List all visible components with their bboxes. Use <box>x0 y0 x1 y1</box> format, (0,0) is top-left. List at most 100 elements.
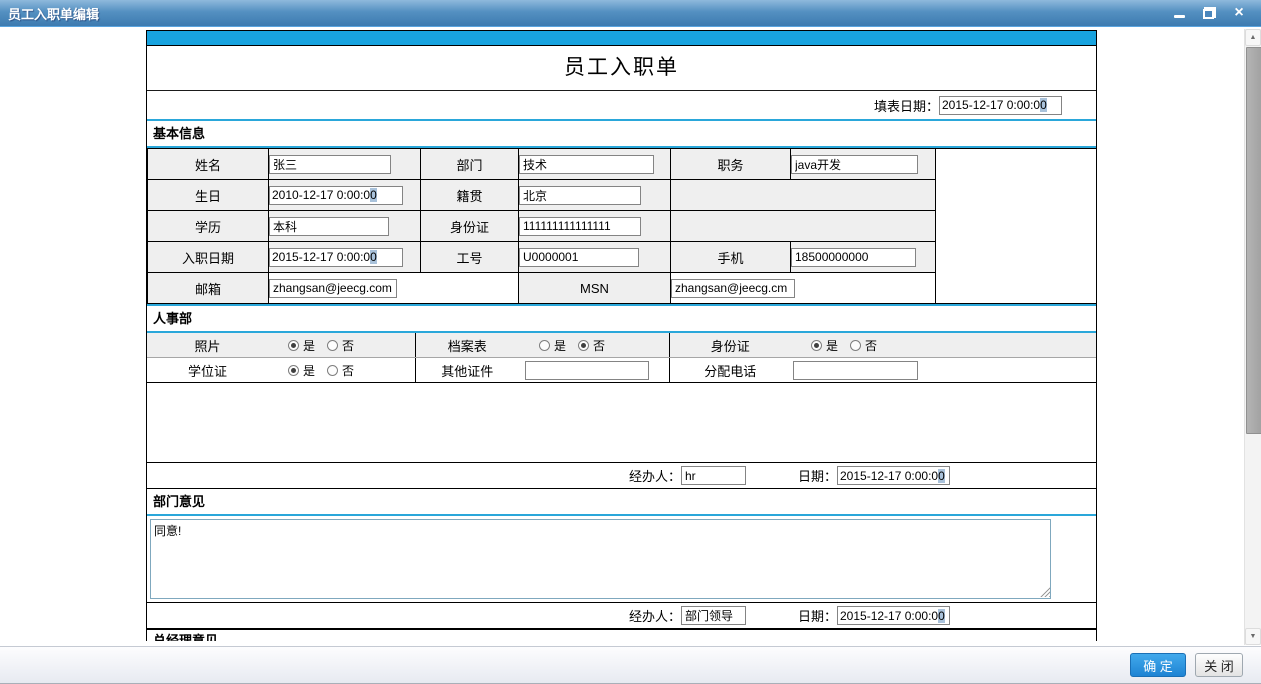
email-input[interactable] <box>269 279 397 298</box>
form-title: 员工入职单 <box>147 45 1096 90</box>
hr-notes-area <box>147 382 1096 462</box>
dept-handler-input[interactable] <box>681 606 746 625</box>
section-gm-opinion: 总经理意见 <box>147 629 1096 641</box>
fill-date-label: 填表日期： <box>874 96 939 115</box>
phone-assign-input[interactable] <box>793 361 918 380</box>
hr-check-table: 照片 是否 档案表 是否 身份证 是否 学位证 是否 其他证件 分配电话 <box>147 333 1096 382</box>
scroll-up-button[interactable]: ▲ <box>1245 29 1261 46</box>
idcard-radio-group: 是否 <box>791 337 1096 354</box>
window-title: 员工入职单编辑 <box>0 4 99 23</box>
hiredate-input[interactable]: 2015-12-17 0:00:00 <box>269 248 403 267</box>
idcard-label: 身份证 <box>421 211 519 242</box>
mobile-label: 手机 <box>671 242 791 273</box>
restore-button[interactable] <box>1201 5 1217 21</box>
table-row: 学位证 是否 其他证件 分配电话 <box>147 358 1096 383</box>
mobile-input[interactable] <box>791 248 916 267</box>
section-basic-info: 基本信息 <box>147 121 1096 148</box>
position-input[interactable] <box>791 155 918 174</box>
hr-idcard-label: 身份证 <box>669 333 791 358</box>
degree-radio-group: 是否 <box>268 362 415 379</box>
degree-yes-radio[interactable] <box>288 365 299 376</box>
degree-no-radio[interactable] <box>327 365 338 376</box>
position-label: 职务 <box>671 149 791 180</box>
empty-cell <box>671 180 936 211</box>
table-row: 照片 是否 档案表 是否 身份证 是否 <box>147 333 1096 358</box>
name-label: 姓名 <box>148 149 269 180</box>
fill-date-input[interactable]: 2015-12-17 0:00:00 <box>939 96 1062 115</box>
section-dept-opinion: 部门意见 <box>147 489 1096 516</box>
dept-opinion-row: 同意! <box>147 516 1096 602</box>
email-label: 邮箱 <box>148 273 269 304</box>
minimize-button[interactable] <box>1171 5 1187 21</box>
photo-label: 照片 <box>147 333 268 358</box>
close-icon: × <box>1234 6 1243 20</box>
education-label: 学历 <box>148 211 269 242</box>
dialog-content: 员工入职单 填表日期： 2015-12-17 0:00:00 基本信息 姓名 部… <box>0 27 1261 645</box>
dept-input[interactable] <box>519 155 654 174</box>
archive-no-radio[interactable] <box>578 340 589 351</box>
scroll-down-icon: ▼ <box>1250 633 1257 640</box>
fill-date-row: 填表日期： 2015-12-17 0:00:00 <box>147 90 1096 121</box>
window-controls: × <box>1171 5 1261 21</box>
phone-assign-label: 分配电话 <box>669 358 791 383</box>
form-top-bar <box>147 31 1096 45</box>
restore-icon <box>1203 7 1216 19</box>
othercert-label: 其他证件 <box>415 358 519 383</box>
dept-opinion-textarea[interactable]: 同意! <box>150 519 1051 599</box>
empno-input[interactable] <box>519 248 639 267</box>
msn-label: MSN <box>519 273 671 304</box>
scroll-up-icon: ▲ <box>1250 34 1257 41</box>
date-selection: 0 <box>370 188 377 202</box>
dept-handler-label: 经办人： <box>629 606 681 625</box>
empno-label: 工号 <box>421 242 519 273</box>
idcard-input[interactable] <box>519 217 641 236</box>
entry-form: 员工入职单 填表日期： 2015-12-17 0:00:00 基本信息 姓名 部… <box>146 30 1097 641</box>
idcard-yes-radio[interactable] <box>811 340 822 351</box>
table-row: 姓名 部门 职务 <box>148 149 1097 180</box>
minimize-icon <box>1174 15 1185 18</box>
dept-label: 部门 <box>421 149 519 180</box>
hr-handler-row: 经办人： 日期： 2015-12-17 0:00:00 <box>147 462 1096 489</box>
othercert-input[interactable] <box>525 361 649 380</box>
window-titlebar: 员工入职单编辑 × <box>0 0 1261 27</box>
basic-empty-cell <box>936 149 1097 304</box>
date-selection: 0 <box>370 250 377 264</box>
hr-date-input[interactable]: 2015-12-17 0:00:00 <box>837 466 950 485</box>
education-input[interactable] <box>269 217 389 236</box>
hr-handler-input[interactable] <box>681 466 746 485</box>
archive-radio-group: 是否 <box>519 337 669 354</box>
hr-handler-label: 经办人： <box>629 466 681 485</box>
ok-button[interactable]: 确 定 <box>1130 653 1186 677</box>
archive-label: 档案表 <box>415 333 519 358</box>
date-selection: 0 <box>1040 98 1047 112</box>
vertical-scrollbar[interactable]: ▲ ▼ <box>1244 29 1261 645</box>
date-selection: 0 <box>938 469 945 483</box>
employee-entry-edit-window: 员工入职单编辑 × 员工入职单 填表日期： 2015-12-17 0:00:00… <box>0 0 1261 684</box>
empty-cell <box>671 211 936 242</box>
msn-input[interactable] <box>671 279 795 298</box>
hr-date-label: 日期： <box>798 466 837 485</box>
photo-no-radio[interactable] <box>327 340 338 351</box>
dept-handler-row: 经办人： 日期： 2015-12-17 0:00:00 <box>147 602 1096 629</box>
scrollbar-thumb[interactable] <box>1246 47 1261 434</box>
archive-yes-radio[interactable] <box>539 340 550 351</box>
close-button[interactable]: × <box>1231 5 1247 21</box>
scroll-down-button[interactable]: ▼ <box>1245 628 1261 645</box>
birthday-label: 生日 <box>148 180 269 211</box>
dialog-footer: 确 定 关 闭 <box>0 646 1261 684</box>
photo-yes-radio[interactable] <box>288 340 299 351</box>
dept-date-label: 日期： <box>798 606 837 625</box>
hometown-label: 籍贯 <box>421 180 519 211</box>
birthday-input[interactable]: 2010-12-17 0:00:00 <box>269 186 403 205</box>
name-input[interactable] <box>269 155 391 174</box>
idcard-no-radio[interactable] <box>850 340 861 351</box>
close-dialog-button[interactable]: 关 闭 <box>1195 653 1243 677</box>
degree-label: 学位证 <box>147 358 268 383</box>
photo-radio-group: 是否 <box>268 337 415 354</box>
hometown-input[interactable] <box>519 186 641 205</box>
hiredate-label: 入职日期 <box>148 242 269 273</box>
section-hr-dept: 人事部 <box>147 304 1096 333</box>
date-selection: 0 <box>938 609 945 623</box>
basic-info-table: 姓名 部门 职务 生日 2010-12-17 0:00:00 籍贯 学历 <box>147 148 1097 304</box>
dept-date-input[interactable]: 2015-12-17 0:00:00 <box>837 606 950 625</box>
